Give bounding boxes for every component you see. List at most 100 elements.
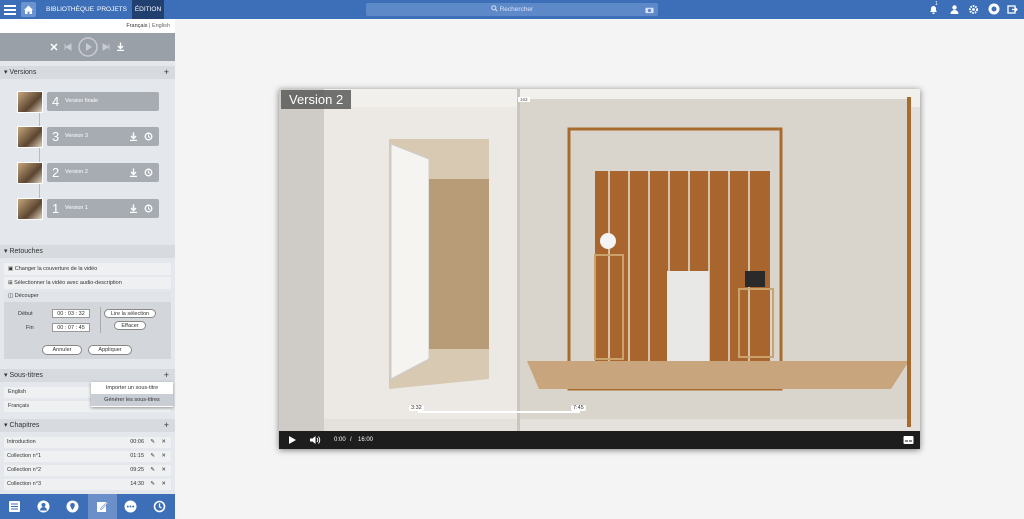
start-time-field[interactable]: 00 : 03 : 32 <box>52 309 90 318</box>
sidebar: Français | English ▾ Versions + 4 Version … <box>0 19 175 519</box>
version-number: 3 <box>52 129 60 144</box>
play-icon[interactable] <box>78 37 98 57</box>
search-input[interactable]: Rechercher <box>366 3 658 16</box>
versions-title: Versions <box>9 69 37 76</box>
delete-icon[interactable]: ✕ <box>161 479 166 490</box>
play-selection-button[interactable]: Lire la sélection <box>104 309 156 318</box>
user-circle-icon[interactable] <box>37 500 50 513</box>
video-player[interactable]: Version 2 163 3:32 7:45 0:00 / 16:00 <box>279 89 920 449</box>
play-icon[interactable] <box>287 435 297 445</box>
player-controls <box>0 33 175 61</box>
nav-edition[interactable]: ÉDITION <box>132 0 164 19</box>
home-icon <box>24 5 33 14</box>
divider <box>100 307 101 333</box>
nav-bibliotheque[interactable]: BIBLIOTHÈQUE <box>46 0 94 19</box>
user-icon[interactable] <box>949 4 960 15</box>
download-icon[interactable] <box>116 42 125 51</box>
restore-icon[interactable] <box>144 204 153 213</box>
gear-icon[interactable] <box>968 4 979 15</box>
chapters-header[interactable]: ▾ Chapitres + <box>0 419 175 432</box>
version-thumbnail <box>17 162 43 184</box>
location-icon[interactable] <box>66 500 79 513</box>
cut-title: Découper <box>14 293 39 299</box>
camera-icon[interactable] <box>645 6 654 14</box>
edit-icon[interactable]: ✎ <box>150 465 155 476</box>
lang-fr[interactable]: Français <box>126 23 147 29</box>
skip-forward-icon[interactable] <box>102 43 110 51</box>
duration: 16:00 <box>358 437 374 443</box>
audio-description-label: Sélectionner la vidéo avec audio-descrip… <box>14 280 122 286</box>
restore-icon[interactable] <box>144 132 153 141</box>
audio-description-item[interactable]: ⊞ Sélectionner la vidéo avec audio-descr… <box>4 277 171 289</box>
edit-tab-active[interactable] <box>88 494 117 519</box>
cut-panel: ◫ Découper Début 00 : 03 : 32 Fin 00 : 0… <box>4 291 171 359</box>
edit-icon[interactable]: ✎ <box>150 437 155 448</box>
download-icon[interactable] <box>129 132 138 141</box>
versions-header[interactable]: ▾ Versions + <box>0 66 175 79</box>
version-number: 4 <box>52 94 60 109</box>
chapter-time: 09:25 <box>130 467 144 473</box>
edit-icon[interactable]: ✎ <box>150 451 155 462</box>
chapter-name: Introduction <box>7 439 36 445</box>
version-label: Version finale <box>65 98 99 104</box>
lang-en[interactable]: English <box>152 23 170 29</box>
marker-end[interactable]: 7:45 <box>571 405 586 411</box>
import-subtitle-option[interactable]: Importer un sous-titre <box>91 382 173 394</box>
versions-list: 4 Version finale 3 Version 3 2 Version 2 1V… <box>0 79 175 254</box>
chapter-row[interactable]: Collection n°3 14:30 ✎ ✕ <box>4 479 171 490</box>
chapter-row[interactable]: Collection n°2 09:25 ✎ ✕ <box>4 465 171 476</box>
home-button[interactable] <box>21 2 36 17</box>
start-label: Début <box>18 311 33 317</box>
delete-icon[interactable]: ✕ <box>161 437 166 448</box>
version-label: Version 3 <box>65 133 88 139</box>
more-icon[interactable] <box>124 500 137 513</box>
chapters-title: Chapitres <box>9 422 40 429</box>
version-label: Version 1 <box>65 205 88 211</box>
search-placeholder: Rechercher <box>499 6 534 13</box>
retouches-header[interactable]: ▾ Retouches <box>0 245 175 258</box>
delete-icon[interactable]: ✕ <box>161 465 166 476</box>
close-icon[interactable] <box>50 43 58 51</box>
chapter-row[interactable]: Introduction 00:06 ✎ ✕ <box>4 437 171 448</box>
history-icon[interactable] <box>153 500 166 513</box>
add-subtitle-button[interactable]: + <box>164 369 169 382</box>
list-icon[interactable] <box>8 500 21 513</box>
add-chapter-button[interactable]: + <box>164 419 169 432</box>
apply-button[interactable]: Appliquer <box>88 345 132 355</box>
selection-range <box>418 411 580 413</box>
download-icon[interactable] <box>129 168 138 177</box>
cut-header[interactable]: ◫ Découper <box>4 291 171 302</box>
skip-back-icon[interactable] <box>64 43 72 51</box>
clear-button[interactable]: Effacer <box>114 321 146 330</box>
add-version-button[interactable]: + <box>164 66 169 79</box>
chapter-name: Collection n°2 <box>7 467 41 473</box>
restore-icon[interactable] <box>144 168 153 177</box>
generate-subtitles-option[interactable]: Générer les sous-titres <box>91 394 173 406</box>
menu-icon[interactable] <box>4 3 16 16</box>
end-time-field[interactable]: 00 : 07 : 45 <box>52 323 90 332</box>
edit-icon[interactable]: ✎ <box>150 479 155 490</box>
volume-icon[interactable] <box>309 435 321 445</box>
delete-icon[interactable]: ✕ <box>161 451 166 462</box>
current-time: 0:00 <box>334 437 346 443</box>
exit-icon[interactable] <box>1007 4 1018 15</box>
search-icon <box>490 5 498 12</box>
subtitles-icon[interactable] <box>903 435 914 445</box>
chapter-time: 00:06 <box>130 439 144 445</box>
cancel-button[interactable]: Annuler <box>42 345 82 355</box>
subtitles-title: Sous-titres <box>9 372 43 379</box>
app-icon[interactable] <box>988 3 1000 15</box>
chapter-row[interactable]: Collection n°1 01:15 ✎ ✕ <box>4 451 171 462</box>
chapter-name: Collection n°1 <box>7 453 41 459</box>
marker-start[interactable]: 3:32 <box>409 405 424 411</box>
download-icon[interactable] <box>129 204 138 213</box>
version-number: 2 <box>52 165 60 180</box>
top-bar: BIBLIOTHÈQUE PROJETS ÉDITION Rechercher … <box>0 0 1024 19</box>
change-cover-item[interactable]: ▣ Changer la couverture de la vidéo <box>4 263 171 275</box>
time-separator: / <box>350 437 352 443</box>
chapter-name: Collection n°3 <box>7 481 41 487</box>
version-thumbnail <box>17 126 43 148</box>
version-label: Version 2 <box>65 169 88 175</box>
subtitles-header[interactable]: ▾ Sous-titres + <box>0 369 175 382</box>
nav-projets[interactable]: PROJETS <box>96 0 128 19</box>
